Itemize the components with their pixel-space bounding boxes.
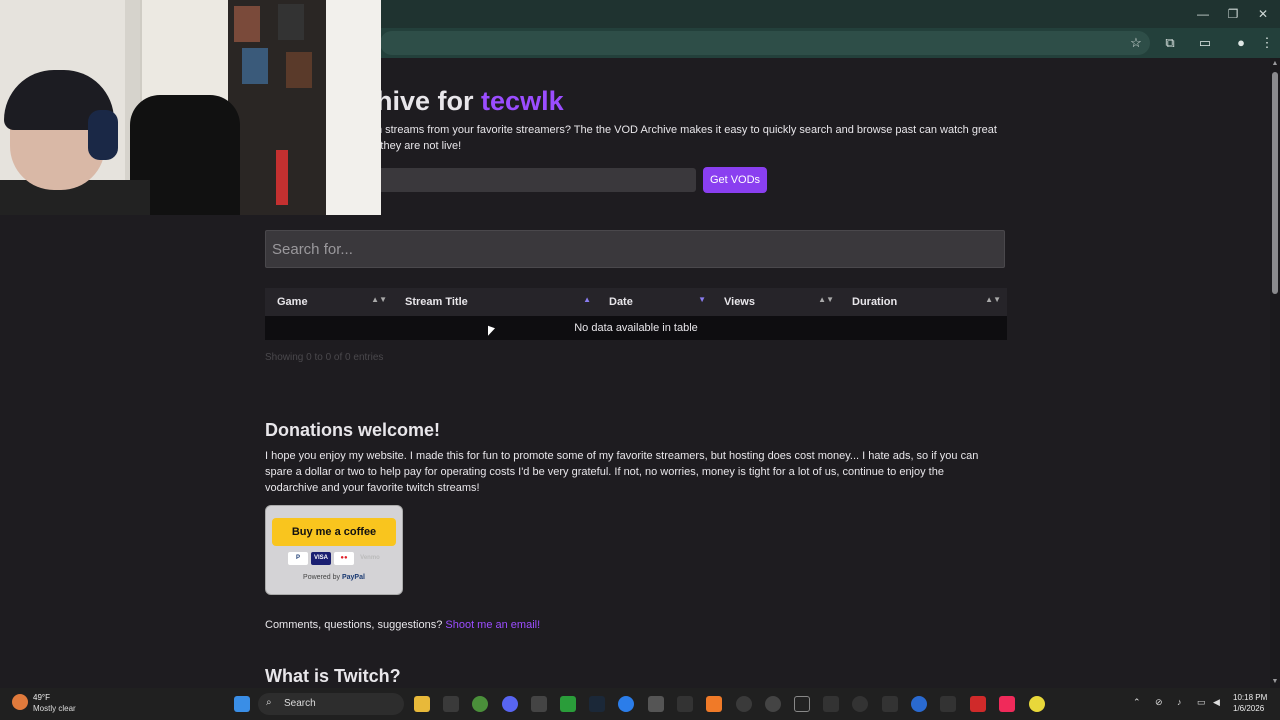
donations-text: I hope you enjoy my website. I made this… — [265, 450, 979, 494]
taskbar-search-label: Search — [284, 698, 316, 709]
sort-icon: ▲▼ — [371, 295, 387, 304]
xbox-icon[interactable] — [560, 696, 576, 712]
column-header-stream-title[interactable]: Stream Title ▲ — [393, 288, 597, 316]
vod-table: Game ▲▼ Stream Title ▲ Date ▼ Views ▲▼ Durat… — [265, 288, 1007, 340]
venmo-icon: Venmo — [360, 555, 380, 561]
powered-by-paypal: Powered by PayPal — [303, 574, 365, 581]
profile-icon[interactable]: ● — [1231, 33, 1251, 53]
app-icon[interactable] — [648, 696, 664, 712]
contact-line: Comments, questions, suggestions? Shoot … — [265, 619, 541, 631]
weather-icon[interactable] — [12, 694, 28, 710]
close-button[interactable]: ✕ — [1248, 4, 1278, 24]
clock-time[interactable]: 10:18 PM — [1233, 693, 1267, 702]
sort-desc-icon: ▼ — [698, 295, 706, 304]
webcam-overlay — [0, 0, 381, 215]
sort-icon: ▲▼ — [818, 295, 834, 304]
taskbar — [0, 688, 1280, 720]
app-icon[interactable] — [1029, 696, 1045, 712]
search-icon: ⌕ — [266, 697, 272, 708]
address-bar[interactable] — [380, 31, 1150, 55]
app-icon[interactable] — [852, 696, 868, 712]
search-input[interactable] — [265, 230, 1005, 268]
app-icon[interactable] — [794, 696, 810, 712]
taskbar-search[interactable] — [258, 693, 404, 715]
table-row: No data available in table — [265, 316, 1007, 340]
store-icon[interactable] — [443, 696, 459, 712]
chevron-up-icon[interactable]: ⌃ — [1133, 697, 1141, 708]
volume-icon[interactable]: ◀ — [1213, 697, 1220, 708]
app-icon[interactable] — [970, 696, 986, 712]
menu-icon[interactable]: ⋮ — [1257, 33, 1277, 53]
scroll-up-icon[interactable]: ▲ — [1271, 60, 1279, 68]
column-header-duration[interactable]: Duration ▲▼ — [840, 288, 1007, 316]
app-icon[interactable] — [940, 696, 956, 712]
minimize-button[interactable]: — — [1188, 4, 1218, 24]
app-icon[interactable] — [706, 696, 722, 712]
steam-icon[interactable] — [589, 696, 605, 712]
column-header-views[interactable]: Views ▲▼ — [712, 288, 840, 316]
visa-card-icon: VISA — [311, 552, 331, 565]
weather-desc: Mostly clear — [33, 704, 76, 713]
buy-coffee-button[interactable]: Buy me a coffee — [272, 518, 396, 546]
settings-icon[interactable] — [736, 696, 752, 712]
music-icon[interactable] — [999, 696, 1015, 712]
browser-icon[interactable] — [618, 696, 634, 712]
weather-temp: 49°F — [33, 693, 50, 702]
mastercard-icon: ●● — [334, 552, 354, 565]
maximize-button[interactable]: ❐ — [1218, 4, 1248, 24]
cast-icon[interactable]: ▭ — [1195, 33, 1215, 53]
scroll-down-icon[interactable]: ▼ — [1271, 678, 1279, 686]
sort-asc-icon: ▲ — [583, 295, 591, 304]
app-icon[interactable] — [882, 696, 898, 712]
extensions-icon[interactable]: ⧉ — [1160, 33, 1180, 53]
app-icon[interactable] — [677, 696, 693, 712]
app-icon[interactable] — [765, 696, 781, 712]
start-icon[interactable] — [234, 696, 250, 712]
display-icon[interactable]: ▭ — [1197, 697, 1206, 708]
network-off-icon[interactable]: ⊘ — [1155, 697, 1163, 708]
app-icon[interactable] — [823, 696, 839, 712]
intro-text: usly recorded Twitch streams from your f… — [282, 124, 997, 152]
star-icon[interactable]: ☆ — [1126, 33, 1146, 53]
app-icon[interactable] — [911, 696, 927, 712]
mouse-cursor — [488, 325, 495, 339]
discord-icon[interactable] — [502, 696, 518, 712]
column-header-game[interactable]: Game ▲▼ — [265, 288, 393, 316]
clock-date[interactable]: 1/6/2026 — [1233, 704, 1264, 713]
file-explorer-icon[interactable] — [414, 696, 430, 712]
email-link[interactable]: Shoot me an email! — [445, 619, 540, 631]
mic-icon[interactable]: ♪ — [1177, 697, 1182, 707]
get-vods-button[interactable]: Get VODs — [703, 167, 767, 193]
headphones — [88, 110, 118, 160]
epic-icon[interactable] — [531, 696, 547, 712]
sort-icon: ▲▼ — [985, 295, 1001, 304]
title-username: tecwlk — [481, 86, 564, 116]
scroll-thumb[interactable] — [1272, 72, 1278, 294]
what-is-twitch-heading: What is Twitch? — [265, 666, 401, 686]
column-header-date[interactable]: Date ▼ — [597, 288, 712, 316]
paypal-card-icon: P — [288, 552, 308, 565]
table-info: Showing 0 to 0 of 0 entries — [265, 352, 384, 363]
donations-heading: Donations welcome! — [265, 420, 441, 440]
paypal-widget: Buy me a coffee P VISA ●● Venmo Powered … — [265, 505, 403, 595]
chrome-icon[interactable] — [472, 696, 488, 712]
empty-table-message: No data available in table — [265, 316, 1007, 340]
